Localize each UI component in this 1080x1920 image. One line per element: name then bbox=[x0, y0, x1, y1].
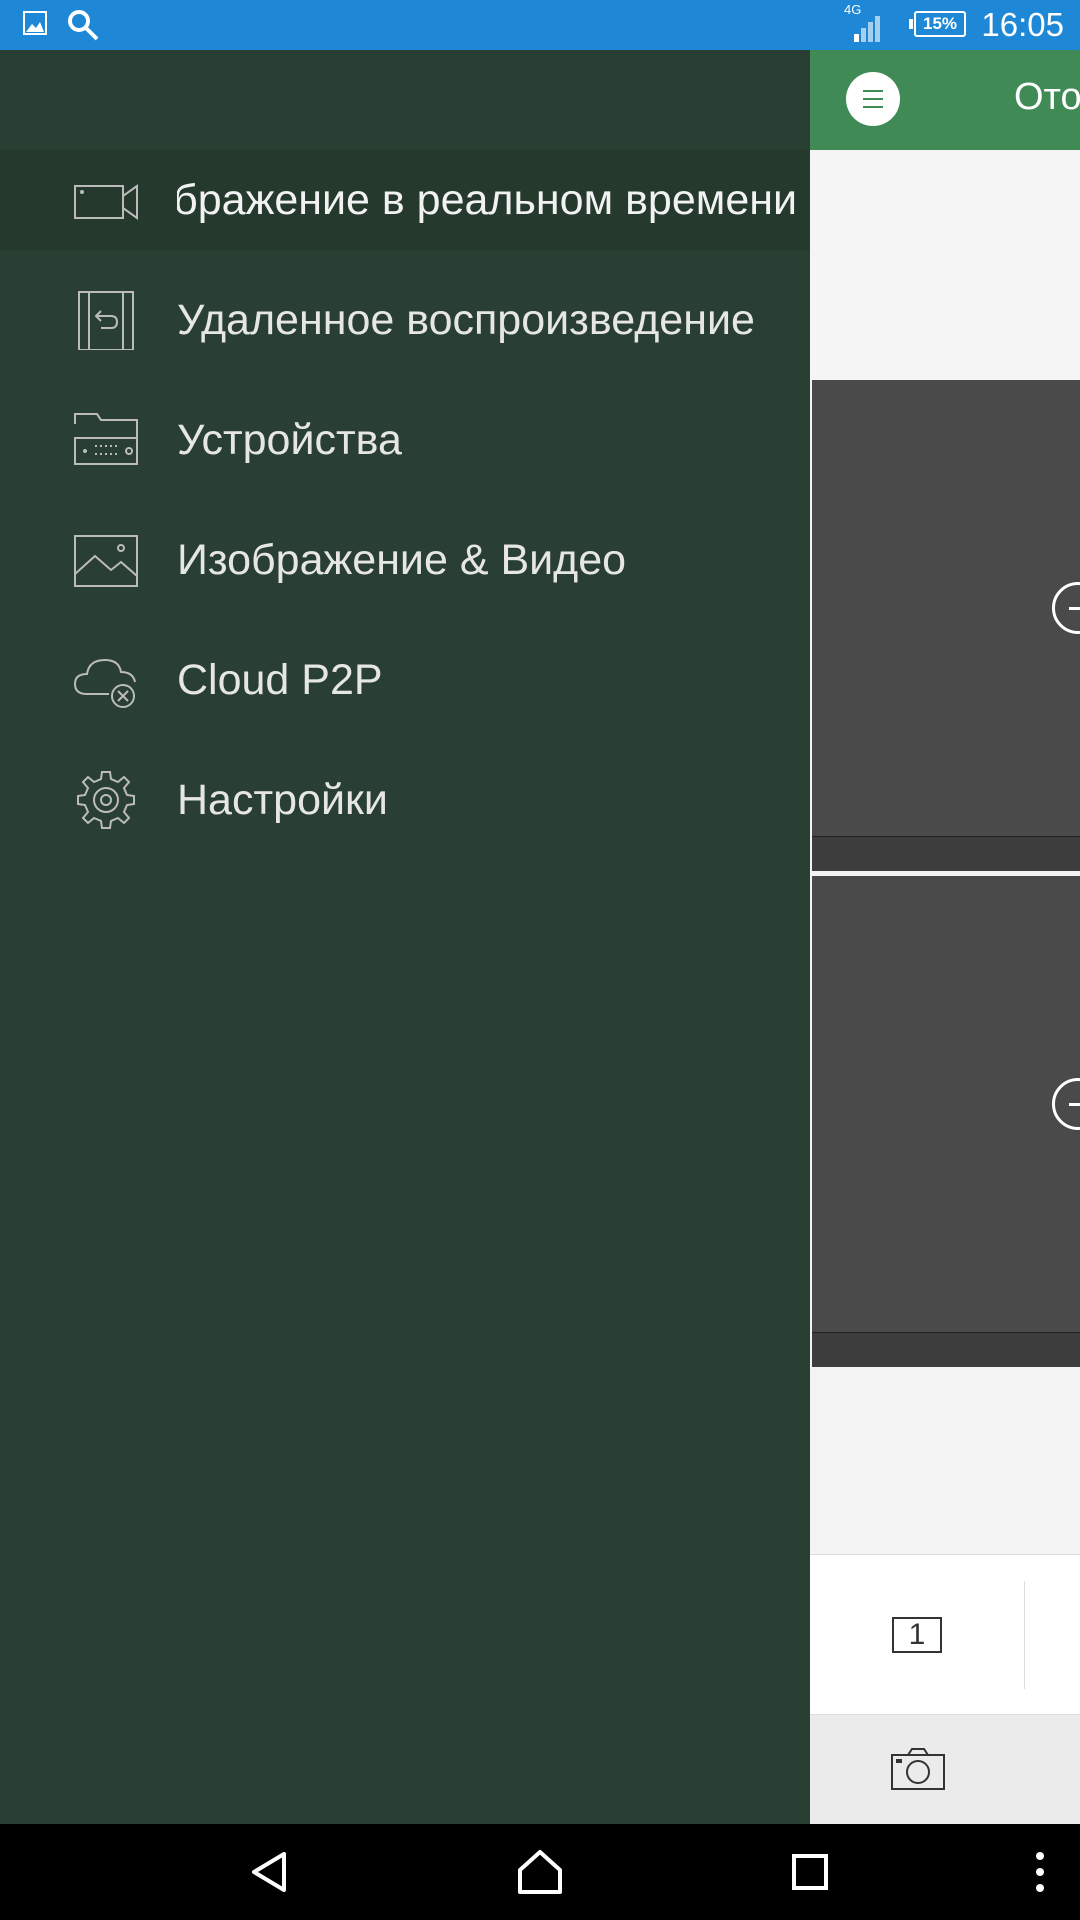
image-icon bbox=[74, 535, 138, 587]
navigation-drawer: Отображение в реальном времени Удаленное… bbox=[0, 50, 810, 1824]
single-view-button[interactable]: 1 bbox=[892, 1617, 942, 1653]
nav-item-cloud-p2p[interactable]: Cloud P2P bbox=[0, 630, 810, 730]
add-channel-icon[interactable] bbox=[1052, 582, 1080, 634]
search-icon bbox=[68, 10, 99, 41]
more-icon[interactable] bbox=[1010, 1842, 1070, 1902]
menu-button[interactable] bbox=[846, 72, 900, 126]
action-bar bbox=[810, 1714, 1080, 1824]
gear-icon bbox=[77, 771, 135, 829]
nav-item-devices[interactable]: Устройства bbox=[0, 390, 810, 490]
cloud-icon bbox=[73, 658, 136, 708]
home-icon[interactable] bbox=[510, 1842, 570, 1902]
layout-label: 1 bbox=[908, 1618, 926, 1651]
nav-item-image-video[interactable]: Изображение & Видео bbox=[0, 510, 810, 610]
divider bbox=[1024, 1581, 1025, 1689]
video-panel-2-footer bbox=[812, 1332, 1080, 1367]
nav-label: Отображение в реальном времени bbox=[177, 176, 797, 224]
nav-label: Удаленное воспроизведение bbox=[177, 296, 755, 344]
nav-label: Устройства bbox=[177, 416, 402, 464]
battery-level: 15% bbox=[922, 14, 958, 33]
nav-item-settings[interactable]: Настройки bbox=[0, 750, 810, 850]
camera-snapshot-icon[interactable] bbox=[890, 1747, 946, 1791]
gallery-icon bbox=[23, 11, 47, 35]
video-panel-1[interactable] bbox=[812, 380, 1080, 836]
top-spacer bbox=[810, 150, 1080, 380]
signal-icon bbox=[854, 16, 880, 42]
playback-icon bbox=[78, 291, 134, 350]
battery-icon: 15% bbox=[909, 11, 966, 37]
app-toolbar: Отображение в реальном времени bbox=[810, 50, 1080, 150]
add-channel-icon[interactable] bbox=[1052, 1078, 1080, 1130]
back-icon[interactable] bbox=[240, 1842, 300, 1902]
nav-label: Cloud P2P bbox=[177, 656, 383, 704]
status-bar: 4G 15% 16:05 bbox=[0, 0, 1080, 50]
device-icon bbox=[74, 413, 138, 465]
nav-item-remote-playback[interactable]: Удаленное воспроизведение bbox=[0, 270, 810, 370]
video-panel-2[interactable] bbox=[812, 876, 1080, 1332]
nav-label: Настройки bbox=[177, 776, 388, 824]
main-content: Отображение в реальном времени 1 bbox=[810, 50, 1080, 1824]
system-navigation-bar bbox=[0, 1824, 1080, 1920]
camera-icon bbox=[74, 184, 138, 220]
clock: 16:05 bbox=[981, 6, 1064, 43]
page-title: Отображение в реальном времени bbox=[1014, 76, 1080, 118]
nav-label: Изображение & Видео bbox=[177, 536, 627, 584]
content-spacer bbox=[810, 1370, 1080, 1554]
layout-bar: 1 bbox=[810, 1554, 1080, 1715]
nav-item-live-view[interactable]: Отображение в реальном времени bbox=[0, 150, 810, 250]
video-panel-1-footer bbox=[812, 836, 1080, 871]
recents-icon[interactable] bbox=[780, 1842, 840, 1902]
